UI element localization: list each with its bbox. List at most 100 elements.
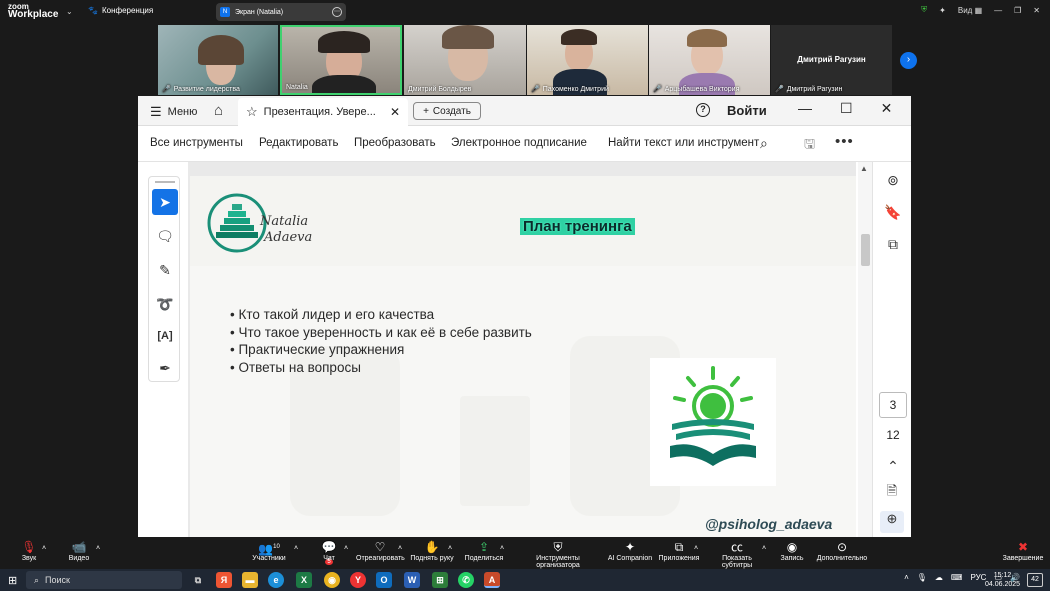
minimize-icon[interactable]: — bbox=[994, 6, 1002, 15]
cloud-icon[interactable]: ☁ bbox=[935, 573, 943, 582]
task-view-icon[interactable]: ⧉ bbox=[190, 572, 206, 588]
panel-grip[interactable] bbox=[155, 181, 175, 183]
save-icon[interactable]: 🖫 bbox=[804, 135, 815, 157]
conference-button[interactable]: 🐾 Конференция bbox=[88, 6, 153, 15]
share-options-chevron-icon[interactable]: ˄ bbox=[500, 545, 504, 552]
outlook-icon[interactable]: O bbox=[376, 572, 392, 588]
participant-tile[interactable]: 🎤 Развитие лидерства bbox=[158, 25, 278, 95]
whatsapp-icon[interactable]: ✆ bbox=[458, 572, 474, 588]
keyboard-icon[interactable]: ⌨ bbox=[951, 573, 963, 582]
microphone-icon[interactable]: 🎙 bbox=[917, 573, 927, 582]
file-explorer-icon[interactable]: ▬ bbox=[242, 572, 258, 588]
login-button[interactable]: Войти bbox=[727, 103, 767, 118]
taskbar-search-box[interactable]: ⌕ Поиск bbox=[26, 571, 182, 589]
excel-icon[interactable]: X bbox=[296, 572, 312, 588]
chevron-down-icon[interactable]: ⌄ bbox=[66, 7, 73, 16]
app-icon[interactable]: ⊞ bbox=[432, 572, 448, 588]
participant-tile-no-video[interactable]: Дмитрий Рагузин 🎤 Дмитрий Рагузин bbox=[771, 25, 892, 95]
audio-button[interactable]: 🎙 Звук bbox=[18, 540, 40, 562]
menu-button[interactable]: ☰ Меню bbox=[150, 104, 197, 120]
current-page-input[interactable]: 3 bbox=[879, 392, 907, 418]
zoom-in-icon[interactable]: ⊕ bbox=[880, 511, 904, 533]
record-button[interactable]: ◉ Запись bbox=[778, 540, 806, 562]
ai-assistant-icon[interactable]: ⊚ bbox=[881, 172, 905, 192]
maximize-icon[interactable]: ☐ bbox=[840, 100, 853, 117]
video-options-chevron-icon[interactable]: ˄ bbox=[96, 545, 100, 552]
participant-tile[interactable]: 🎤 Арцыбашева Виктория bbox=[649, 25, 770, 95]
all-tools-button[interactable]: Все инструменты bbox=[150, 137, 243, 149]
people-icon: 👥10 bbox=[258, 542, 280, 556]
more-icon[interactable]: ••• bbox=[835, 133, 854, 150]
more-options-icon[interactable]: ⋯ bbox=[332, 7, 342, 17]
document-tab[interactable]: ☆ Презентация. Увере... ✕ bbox=[238, 98, 408, 126]
scroll-up-arrow-icon[interactable]: ▲ bbox=[860, 164, 868, 173]
react-button[interactable]: ♡ Отреагировать bbox=[356, 540, 405, 562]
shield-icon[interactable]: ⛨ bbox=[921, 5, 927, 15]
window-controls: — ☐ ✕ bbox=[798, 100, 892, 117]
pdf-view-area[interactable]: Natalia Adaeva План тренинга • Кто такой… bbox=[188, 162, 856, 537]
esign-button[interactable]: Электронное подписание bbox=[451, 137, 587, 149]
convert-button[interactable]: Преобразовать bbox=[354, 137, 436, 149]
screen-share-indicator[interactable]: N Экран (Natalia) ⋯ bbox=[216, 3, 346, 21]
highlight-pen-icon[interactable]: ✎ bbox=[152, 257, 178, 283]
sign-pen-icon[interactable]: ✒ bbox=[152, 355, 178, 381]
minimize-icon[interactable]: — bbox=[798, 100, 812, 117]
captions-options-chevron-icon[interactable]: ˄ bbox=[762, 545, 766, 552]
text-box-icon[interactable]: [A] bbox=[152, 323, 178, 349]
vertical-scrollbar[interactable]: ▲ bbox=[858, 162, 872, 537]
mic-muted-icon: 🎤 bbox=[653, 86, 662, 93]
ai-companion-button[interactable]: ✦ AI Companion bbox=[606, 540, 654, 562]
close-tab-icon[interactable]: ✕ bbox=[390, 105, 400, 119]
zoom-workplace-logo[interactable]: zoom Workplace bbox=[8, 3, 58, 20]
page-up-chevron-icon[interactable]: ⌃ bbox=[881, 458, 905, 478]
chat-button[interactable]: 💬5 Чат bbox=[318, 540, 340, 565]
edit-button[interactable]: Редактировать bbox=[259, 137, 338, 149]
sparkle-icon[interactable]: ✦ bbox=[939, 6, 946, 15]
restore-icon[interactable]: ❐ bbox=[1014, 6, 1021, 15]
host-tools-button[interactable]: ⛨ Инструменты организатора bbox=[514, 540, 602, 569]
find-text-button[interactable]: Найти текст или инструмент bbox=[608, 137, 759, 149]
share-button[interactable]: ⇪ Поделиться bbox=[464, 540, 504, 562]
captions-button[interactable]: ㏄ Показать субтитры bbox=[706, 540, 768, 569]
export-file-icon[interactable]: 🗎 bbox=[880, 482, 904, 502]
participants-options-chevron-icon[interactable]: ˄ bbox=[294, 545, 298, 552]
yandex-icon[interactable]: Y bbox=[350, 572, 366, 588]
search-icon[interactable]: ⌕ bbox=[760, 135, 768, 152]
tray-chevron-icon[interactable]: ˄ bbox=[904, 573, 909, 582]
yandex-browser-icon[interactable]: Я bbox=[216, 572, 232, 588]
close-icon[interactable]: ✕ bbox=[881, 100, 893, 117]
select-cursor-icon[interactable]: ➤ bbox=[152, 189, 178, 215]
video-button[interactable]: 📹 Видео bbox=[66, 540, 92, 562]
help-icon[interactable]: ? bbox=[696, 103, 710, 117]
windows-start-icon[interactable]: ⊞ bbox=[8, 574, 17, 587]
taskbar-clock[interactable]: 15:12 04.06.2025 bbox=[985, 571, 1020, 589]
bullet-list: • Кто такой лидер и его качества • Что т… bbox=[230, 306, 532, 376]
home-icon[interactable]: ⌂ bbox=[214, 102, 223, 119]
pages-copy-icon[interactable]: ⧉ bbox=[881, 236, 905, 256]
lasso-draw-icon[interactable]: ➰ bbox=[152, 291, 178, 317]
bookmarks-icon[interactable]: 🔖 bbox=[881, 204, 905, 224]
comment-icon[interactable]: 🗨 bbox=[152, 223, 178, 249]
close-icon[interactable]: ✕ bbox=[1033, 6, 1040, 15]
edge-icon[interactable]: e bbox=[268, 572, 284, 588]
chrome-icon[interactable]: ◉ bbox=[324, 572, 340, 588]
react-options-chevron-icon[interactable]: ˄ bbox=[398, 545, 402, 552]
participant-tile[interactable]: 🎤 Пахоменко Дмитрий bbox=[527, 25, 648, 95]
star-icon[interactable]: ☆ bbox=[246, 104, 258, 120]
word-icon[interactable]: W bbox=[404, 572, 420, 588]
raise-hand-options-chevron-icon[interactable]: ˄ bbox=[448, 545, 452, 552]
end-meeting-button[interactable]: ✖ Завершение bbox=[1002, 540, 1044, 562]
audio-options-chevron-icon[interactable]: ˄ bbox=[42, 545, 46, 552]
next-page-arrow-icon[interactable]: › bbox=[900, 52, 917, 69]
create-button[interactable]: + Создать bbox=[413, 102, 481, 120]
scrollbar-thumb[interactable] bbox=[861, 234, 870, 266]
chat-options-chevron-icon[interactable]: ˄ bbox=[344, 545, 348, 552]
acrobat-taskbar-icon[interactable]: A bbox=[484, 572, 500, 588]
notifications-badge[interactable]: 42 bbox=[1027, 573, 1043, 587]
apps-options-chevron-icon[interactable]: ˄ bbox=[694, 545, 698, 552]
participant-tile[interactable]: Дмитрий Болдырев bbox=[404, 25, 526, 95]
more-button[interactable]: ⊙ Дополнительно bbox=[816, 540, 868, 562]
view-button[interactable]: Вид ▦ bbox=[958, 6, 982, 15]
participant-tile-active-speaker[interactable]: Natalia bbox=[280, 25, 402, 95]
participants-button[interactable]: 👥10 Участники bbox=[250, 540, 288, 562]
